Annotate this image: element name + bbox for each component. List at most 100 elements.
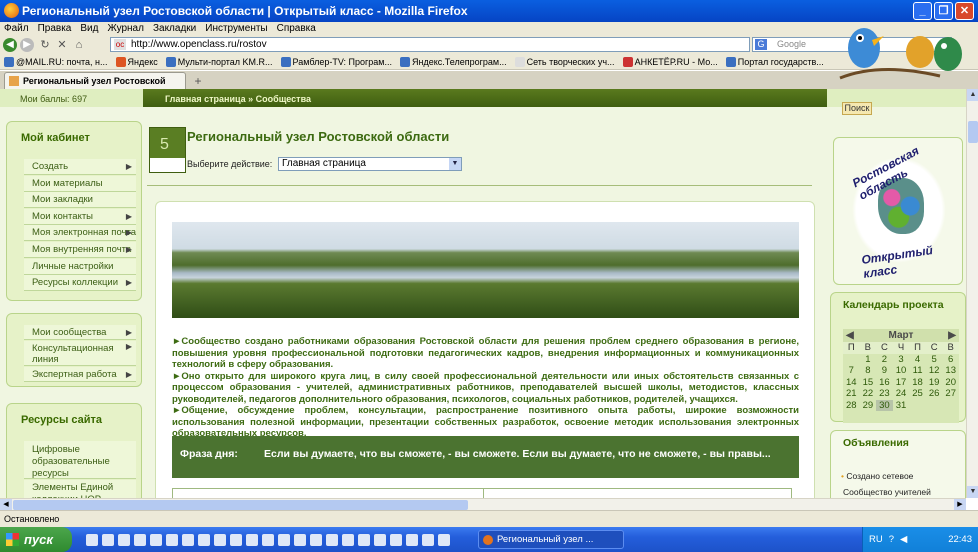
- calendar-day[interactable]: 13: [942, 365, 959, 377]
- hscroll-thumb[interactable]: [13, 500, 468, 510]
- bookmark-multiportal[interactable]: Мульти-портал KM.R...: [165, 56, 273, 67]
- cabinet-item[interactable]: Создать ▶: [24, 159, 136, 175]
- calendar-day[interactable]: 22: [860, 388, 877, 400]
- calendar-day[interactable]: 28: [843, 400, 860, 412]
- menu-view[interactable]: Вид: [80, 22, 98, 36]
- calendar-day[interactable]: 25: [909, 388, 926, 400]
- menu-tools[interactable]: Инструменты: [205, 22, 267, 36]
- menu-bookmarks[interactable]: Закладки: [153, 22, 196, 36]
- calendar-day[interactable]: 30: [876, 399, 893, 411]
- quick-launch-icon[interactable]: [230, 533, 242, 546]
- calendar-day[interactable]: 23: [876, 388, 893, 400]
- forward-icon[interactable]: ▶: [20, 38, 34, 52]
- quick-launch-icon[interactable]: [214, 533, 226, 546]
- scroll-down-icon[interactable]: ▼: [967, 486, 978, 498]
- menu-edit[interactable]: Правка: [38, 22, 72, 36]
- calendar-day[interactable]: 15: [860, 377, 877, 389]
- calendar-day[interactable]: 14: [843, 377, 860, 389]
- open-class-logo[interactable]: Ростовская область Открытый класс: [833, 137, 963, 285]
- cabinet-item[interactable]: Мои закладки: [24, 192, 136, 209]
- language-indicator[interactable]: RU: [869, 527, 883, 552]
- tab-active[interactable]: Региональный узел Ростовской обл...: [4, 72, 186, 102]
- calendar-day[interactable]: 17: [893, 377, 910, 389]
- action-select[interactable]: Главная страница ▼: [278, 157, 462, 171]
- cabinet-item[interactable]: Личные настройки: [24, 258, 136, 275]
- bookmark-yandex[interactable]: Яндекс: [115, 56, 158, 67]
- calendar-day[interactable]: 26: [926, 388, 943, 400]
- close-button[interactable]: ✕: [955, 2, 974, 20]
- calendar-day[interactable]: 27: [942, 388, 959, 400]
- cabinet-item[interactable]: Ресурсы коллекции ▶: [24, 275, 136, 292]
- reload-icon[interactable]: ↻: [39, 39, 51, 51]
- calendar-day[interactable]: 31: [893, 400, 910, 412]
- community-item[interactable]: Консультационная линия ▶: [24, 341, 136, 366]
- calendar-day[interactable]: 6: [942, 354, 959, 366]
- resource-unified-collection[interactable]: Элементы Единой коллекции ЦОР: [24, 480, 136, 498]
- back-icon[interactable]: ◀: [3, 38, 17, 52]
- calendar-day[interactable]: 18: [909, 377, 926, 389]
- quick-launch-icon[interactable]: [246, 533, 258, 546]
- cabinet-item[interactable]: Моя внутренняя почта ▶: [24, 242, 136, 258]
- quick-launch-icon[interactable]: [390, 533, 402, 546]
- minimize-button[interactable]: _: [913, 2, 932, 20]
- quick-launch-icon[interactable]: [358, 533, 370, 546]
- volume-icon[interactable]: ◀: [900, 527, 907, 552]
- quick-launch-icon[interactable]: [422, 533, 434, 546]
- vertical-scrollbar[interactable]: ▲ ▼: [966, 89, 978, 498]
- calendar-day[interactable]: 16: [876, 377, 893, 389]
- quick-launch-icon[interactable]: [374, 533, 386, 546]
- calendar-day[interactable]: 7: [843, 365, 860, 377]
- quick-launch-icon[interactable]: [310, 533, 322, 546]
- calendar-day[interactable]: 12: [926, 365, 943, 377]
- home-icon[interactable]: ⌂: [73, 39, 85, 51]
- cabinet-item[interactable]: Мои материалы: [24, 175, 136, 192]
- community-item[interactable]: Экспертная работа ▶: [24, 367, 136, 382]
- scroll-thumb[interactable]: [968, 121, 978, 143]
- calendar-day[interactable]: 24: [893, 388, 910, 400]
- url-bar[interactable]: oc http://www.openclass.ru/rostov: [110, 37, 750, 52]
- community-item[interactable]: Мои сообщества ▶: [24, 325, 136, 340]
- bookmark-network[interactable]: Сеть творческих уч...: [514, 56, 615, 67]
- calendar-day[interactable]: 21: [843, 388, 860, 400]
- bookmark-rambler[interactable]: Рамблер-TV: Програм...: [280, 56, 392, 67]
- calendar-day[interactable]: 2: [876, 354, 893, 366]
- new-tab-button[interactable]: +: [188, 74, 208, 89]
- quick-launch-icon[interactable]: [182, 533, 194, 546]
- bookmark-gov-portal[interactable]: Портал государств...: [725, 56, 824, 67]
- scroll-up-icon[interactable]: ▲: [967, 89, 978, 101]
- stop-icon[interactable]: ✕: [56, 39, 68, 51]
- calendar-next-button[interactable]: ▶: [948, 329, 956, 342]
- quick-launch-icon[interactable]: [326, 533, 338, 546]
- quick-launch-icon[interactable]: [86, 533, 98, 546]
- maximize-button[interactable]: ❐: [934, 2, 953, 20]
- calendar-day[interactable]: 20: [942, 377, 959, 389]
- quick-launch-icon[interactable]: [150, 533, 162, 546]
- resource-digital-edu[interactable]: Цифровые образовательные ресурсы: [24, 441, 136, 479]
- calendar-day[interactable]: 1: [860, 354, 877, 366]
- calendar-day[interactable]: 5: [926, 354, 943, 366]
- search-input[interactable]: G Google: [752, 37, 952, 52]
- calendar-day[interactable]: 4: [909, 354, 926, 366]
- menu-help[interactable]: Справка: [277, 22, 316, 36]
- horizontal-scrollbar[interactable]: ◀ ▶: [0, 498, 966, 511]
- bookmark-yandex-tv[interactable]: Яндекс.Телепрограм...: [399, 56, 507, 67]
- search-button[interactable]: Поиск: [842, 102, 872, 115]
- calendar-day[interactable]: 9: [876, 365, 893, 377]
- bookmark-mail[interactable]: @MAIL.RU: почта, н...: [4, 56, 108, 67]
- quick-launch-icon[interactable]: [166, 533, 178, 546]
- breadcrumb[interactable]: Главная страница » Сообщества: [165, 94, 311, 104]
- quick-launch-icon[interactable]: [406, 533, 418, 546]
- calendar-day[interactable]: 11: [909, 365, 926, 377]
- quick-launch-icon[interactable]: [294, 533, 306, 546]
- quick-launch-icon[interactable]: [134, 533, 146, 546]
- calendar-day[interactable]: 19: [926, 377, 943, 389]
- quick-launch-icon[interactable]: [342, 533, 354, 546]
- announcement-item-2[interactable]: Сообщество учителей: [843, 487, 931, 497]
- calendar-day[interactable]: 8: [860, 365, 877, 377]
- calendar-day[interactable]: 10: [893, 365, 910, 377]
- announcement-item[interactable]: • Создано сетевое: [841, 471, 913, 481]
- menu-file[interactable]: Файл: [4, 22, 29, 36]
- menu-history[interactable]: Журнал: [107, 22, 144, 36]
- taskbar-firefox-window[interactable]: Региональный узел ...: [478, 530, 624, 549]
- quick-launch-icon[interactable]: [102, 533, 114, 546]
